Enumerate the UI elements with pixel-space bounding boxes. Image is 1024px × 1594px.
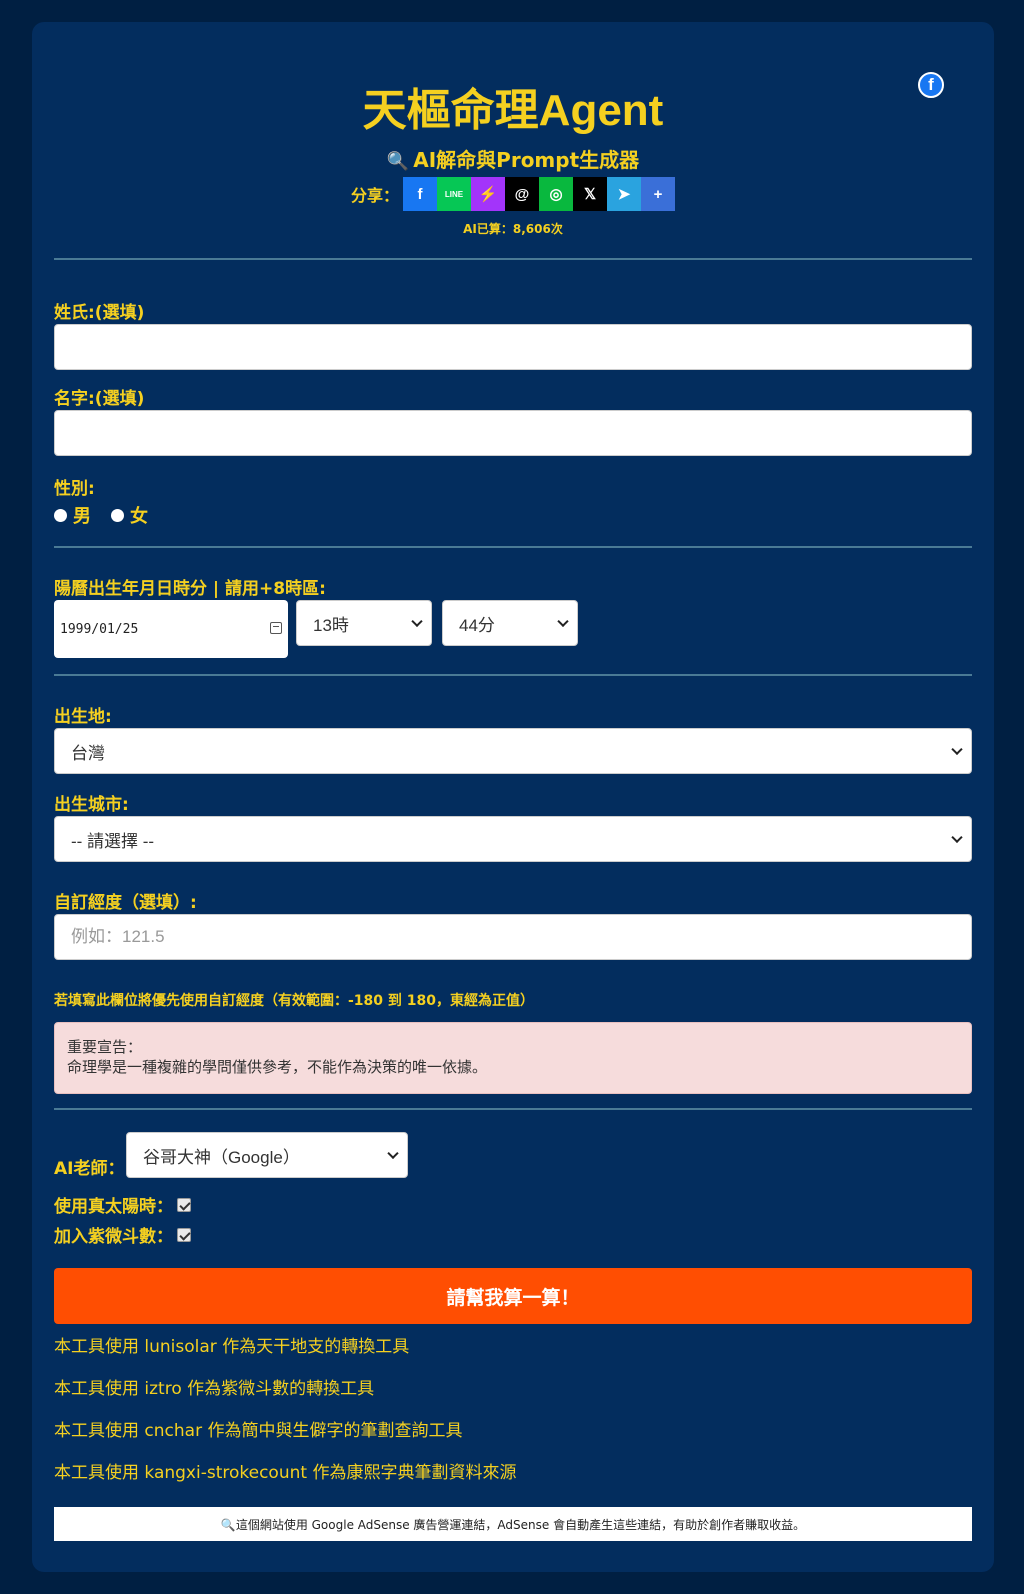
disclaimer-box: 重要宣告： 命理學是一種複雜的學問僅供參考，不能作為決策的唯一依據。 [54,1022,972,1094]
chevron-down-icon [951,743,963,756]
telegram-icon[interactable]: ➤ [607,177,641,211]
birthplace-select[interactable]: 台灣 [54,728,972,774]
search-icon: 🔍 [386,151,410,172]
chevron-down-icon [411,615,423,628]
adsense-notice: 🔍這個網站使用 Google AdSense 廣告營運連結，AdSense 會自… [54,1507,972,1541]
divider [54,258,972,260]
true-solar-label: 使用真太陽時： [54,1197,173,1217]
calendar-icon[interactable] [270,622,282,634]
ai-teacher-select[interactable]: 谷哥大神（Google） [126,1132,408,1178]
longitude-input[interactable] [54,914,972,960]
ai-teacher-label: AI老師： [54,1159,125,1179]
chevron-down-icon [951,831,963,844]
page-title: 天樞命理Agent [362,86,664,135]
ai-count: AI已算：8,606次 [463,222,563,236]
birth-minute-select[interactable]: 44分 [442,600,578,646]
x-glyph: 𝕏 [583,186,597,203]
submit-button[interactable]: 請幫我算一算！ [54,1268,972,1324]
line-glyph: LINE [444,189,464,199]
true-solar-checkbox[interactable] [177,1197,191,1212]
ai-teacher-value: 谷哥大神（Google） [143,1147,300,1167]
threads-glyph: @ [514,185,530,203]
city-value: -- 請選擇 -- [71,831,155,851]
birth-date-value: 1999/01/25 [60,622,139,637]
given-name-label: 名字:(選填) [54,389,145,409]
x-icon[interactable]: 𝕏 [573,177,607,211]
chevron-down-icon [557,615,569,628]
radio-circle-icon[interactable] [54,508,67,522]
wechat-icon[interactable]: ◎ [539,177,573,211]
ziwei-label: 加入紫微斗數： [54,1227,173,1247]
longitude-label: 自訂經度（選填）: [54,893,197,913]
surname-input[interactable] [54,324,972,370]
credit-lunisolar[interactable]: 本工具使用 lunisolar 作為天干地支的轉換工具 [54,1332,409,1357]
gender-male-label: 男 [73,506,91,527]
gender-label: 性別: [54,479,95,499]
true-solar-row: 使用真太陽時： [54,1192,191,1217]
telegram-glyph: ➤ [617,186,631,203]
share-row: 分享： f LINE ⚡ @ ◎ 𝕏 ➤ + [32,177,994,211]
gender-male-radio[interactable]: 男 [54,502,91,528]
threads-icon[interactable]: @ [505,177,539,211]
page-subtitle: 🔍 AI解命與Prompt生成器 [32,144,994,173]
city-select[interactable]: -- 請選擇 -- [54,816,972,862]
divider [54,674,972,676]
given-name-input[interactable] [54,410,972,456]
gender-radio-group: 男 女 [54,502,168,528]
birth-datetime-label: 陽曆出生年月日時分 | 請用+8時區: [54,579,326,599]
chevron-down-icon [387,1147,399,1160]
credit-iztro[interactable]: 本工具使用 iztro 作為紫微斗數的轉換工具 [54,1374,374,1399]
ziwei-row: 加入紫微斗數： [54,1222,191,1247]
radio-circle-icon[interactable] [111,508,124,522]
birthplace-label: 出生地: [54,707,112,727]
more-share-glyph: + [653,185,663,203]
birthplace-value: 台灣 [71,743,105,763]
ai-teacher-row: AI老師： [54,1152,124,1179]
facebook-icon[interactable]: f [403,177,437,211]
wechat-glyph: ◎ [549,186,563,203]
birth-date-input[interactable]: 1999/01/25 [54,600,288,658]
line-icon[interactable]: LINE [437,177,471,211]
main-card: f 天樞命理Agent 🔍 AI解命與Prompt生成器 分享： f LINE ⚡ @ ◎… [32,22,994,1572]
birth-hour-select[interactable]: 13時 [296,600,432,646]
credit-kangxi[interactable]: 本工具使用 kangxi-strokecount 作為康熙字典筆劃資料來源 [54,1458,516,1483]
disclaimer-text: 命理學是一種複雜的學問僅供參考，不能作為決策的唯一依據。 [67,1058,488,1076]
longitude-hint: 若填寫此欄位將優先使用自訂經度（有效範圍：-180 到 180，東經為正值） [54,993,535,1009]
disclaimer-title: 重要宣告： [67,1038,143,1056]
surname-label: 姓氏:(選填) [54,303,145,323]
more-share-icon[interactable]: + [641,177,675,211]
gender-female-label: 女 [130,506,148,527]
messenger-glyph: ⚡ [478,186,498,203]
credit-cnchar[interactable]: 本工具使用 cnchar 作為簡中與生僻字的筆劃查詢工具 [54,1416,462,1441]
birth-hour-value: 13時 [313,615,349,635]
ziwei-checkbox[interactable] [177,1227,191,1242]
share-icons: f LINE ⚡ @ ◎ 𝕏 ➤ + [403,177,675,211]
divider [54,546,972,548]
city-label: 出生城市: [54,795,129,815]
facebook-glyph: f [417,185,423,203]
gender-female-radio[interactable]: 女 [111,502,148,528]
messenger-icon[interactable]: ⚡ [471,177,505,211]
share-label: 分享： [350,186,399,205]
birth-minute-value: 44分 [459,615,495,635]
subtitle-text: AI解命與Prompt生成器 [413,148,640,172]
divider [54,1108,972,1110]
